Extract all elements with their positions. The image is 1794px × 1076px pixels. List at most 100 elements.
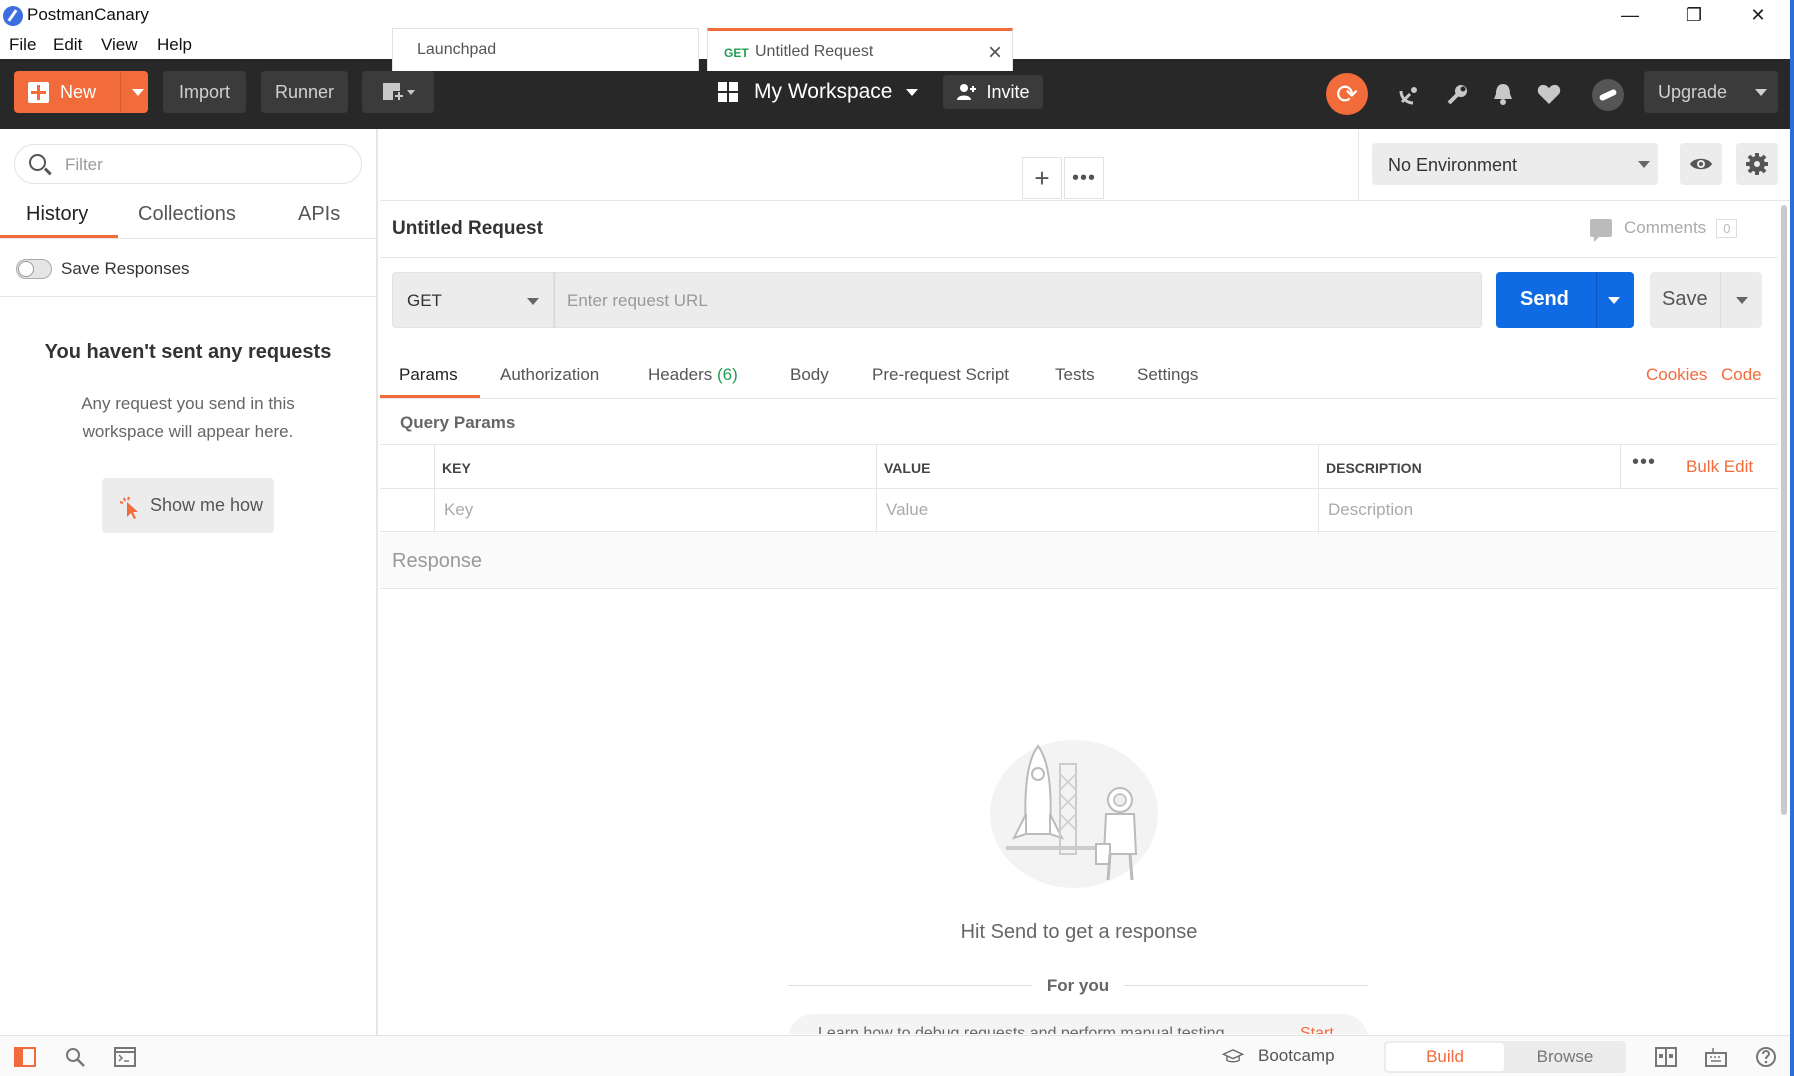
tab-launchpad[interactable]: Launchpad — [392, 28, 699, 71]
sidebar-tab-history[interactable]: History — [26, 203, 88, 226]
keyboard-shortcuts-icon[interactable] — [1705, 1046, 1727, 1068]
for-you-line-left — [788, 985, 1032, 986]
save-responses-toggle[interactable] — [16, 259, 52, 279]
url-input[interactable] — [567, 288, 1447, 314]
restore-button[interactable]: ❐ — [1672, 0, 1716, 30]
environment-quick-look-button[interactable] — [1680, 143, 1722, 185]
tab-params[interactable]: Params — [399, 365, 458, 385]
wrench-icon[interactable] — [1445, 81, 1471, 107]
menu-view[interactable]: View — [101, 35, 138, 55]
tab-untitled-request[interactable]: GET Untitled Request × — [707, 28, 1013, 71]
build-mode-button[interactable]: Build — [1386, 1043, 1504, 1071]
environment-selector[interactable]: No Environment — [1372, 143, 1658, 185]
postman-logo-icon — [3, 6, 23, 26]
heart-icon[interactable] — [1536, 81, 1562, 107]
bulk-edit-link[interactable]: Bulk Edit — [1686, 457, 1753, 477]
workspace-caret-icon — [906, 88, 919, 96]
url-field[interactable] — [554, 272, 1482, 328]
graduation-cap-icon — [1222, 1049, 1244, 1063]
manage-environments-button[interactable] — [1736, 143, 1778, 185]
new-dropdown-caret-icon[interactable] — [132, 89, 144, 96]
toggle-sidebar-icon[interactable] — [14, 1046, 36, 1068]
tab-tests[interactable]: Tests — [1055, 365, 1095, 385]
console-icon[interactable] — [114, 1046, 136, 1068]
tab-settings[interactable]: Settings — [1137, 365, 1198, 385]
close-window-button[interactable]: ✕ — [1736, 0, 1780, 30]
save-responses-label: Save Responses — [61, 259, 190, 278]
promo-start-link[interactable]: Start — [1300, 1025, 1334, 1034]
comments-label: Comments — [1624, 218, 1707, 237]
user-avatar[interactable] — [1592, 79, 1624, 111]
environment-label: No Environment — [1388, 155, 1518, 175]
divider — [380, 398, 1778, 399]
tab-headers[interactable]: Headers (6) — [648, 365, 738, 385]
tab-pre-request-script[interactable]: Pre-request Script — [872, 365, 1009, 385]
show-me-how-button[interactable]: Show me how — [102, 478, 274, 533]
comment-icon — [1590, 219, 1612, 242]
bootcamp-button[interactable]: Bootcamp — [1222, 1046, 1335, 1066]
upgrade-button[interactable]: Upgrade — [1644, 71, 1778, 113]
upgrade-caret-icon — [1755, 89, 1767, 96]
code-link[interactable]: Code — [1721, 365, 1762, 385]
save-label: Save — [1662, 288, 1708, 310]
add-tab-button[interactable]: + — [1022, 157, 1062, 199]
tab-body[interactable]: Body — [790, 365, 829, 385]
two-pane-view-icon[interactable] — [1655, 1046, 1677, 1068]
send-button[interactable]: Send — [1496, 272, 1634, 328]
tab-method-badge: GET — [724, 46, 749, 60]
table-more-icon[interactable]: ••• — [1632, 451, 1656, 474]
method-select[interactable]: GET — [392, 272, 554, 328]
sidebar-tab-collections[interactable]: Collections — [138, 203, 236, 226]
sidebar-tab-apis[interactable]: APIs — [298, 203, 340, 226]
scrollbar-thumb[interactable] — [1781, 205, 1787, 815]
satellite-icon[interactable] — [1397, 81, 1423, 107]
comments-button[interactable]: Comments 0 — [1590, 218, 1738, 242]
table-column-divider — [434, 445, 435, 533]
value-input[interactable]: Value — [886, 500, 928, 520]
menu-file[interactable]: File — [9, 35, 36, 55]
invite-button[interactable]: Invite — [943, 75, 1043, 109]
tab-authorization[interactable]: Authorization — [500, 365, 599, 385]
runner-button[interactable]: Runner — [261, 71, 348, 113]
tab-launchpad-label: Launchpad — [417, 41, 497, 58]
response-hint: Hit Send to get a response — [960, 921, 1198, 943]
query-params-table: KEY VALUE DESCRIPTION ••• Bulk Edit Key … — [380, 444, 1778, 533]
menu-edit[interactable]: Edit — [53, 35, 82, 55]
method-caret-icon — [527, 298, 539, 305]
request-name[interactable]: Untitled Request — [392, 218, 543, 240]
sidebar-divider — [0, 296, 376, 297]
method-label: GET — [407, 291, 442, 310]
tab-close-icon[interactable]: × — [988, 39, 1002, 67]
find-replace-icon[interactable] — [64, 1046, 86, 1068]
save-divider — [1720, 272, 1721, 328]
bell-icon[interactable] — [1490, 81, 1516, 107]
menu-help[interactable]: Help — [157, 35, 192, 55]
response-label: Response — [392, 550, 483, 572]
workspace-grid-icon — [718, 82, 738, 102]
save-dropdown-caret-icon[interactable] — [1736, 297, 1748, 304]
environment-caret-icon — [1638, 161, 1650, 168]
divider — [380, 257, 1778, 258]
workspace-selector[interactable]: My Workspace — [718, 71, 919, 113]
send-dropdown-caret-icon[interactable] — [1608, 297, 1620, 304]
new-window-button[interactable] — [362, 71, 434, 113]
promo-card[interactable]: Learn how to debug requests and perform … — [788, 1014, 1368, 1034]
window-title-bar: PostmanCanary — ❐ ✕ — [0, 0, 1794, 30]
sync-icon[interactable]: ⟳ — [1326, 73, 1368, 115]
for-you-label: For you — [1046, 976, 1110, 995]
tab-more-button[interactable]: ••• — [1064, 157, 1104, 199]
workspace-label: My Workspace — [754, 80, 893, 103]
browse-mode-button[interactable]: Browse — [1506, 1043, 1624, 1071]
minimize-button[interactable]: — — [1608, 0, 1652, 30]
filter-input[interactable] — [65, 153, 345, 177]
import-button[interactable]: Import — [163, 71, 246, 113]
new-button[interactable]: New — [14, 71, 148, 113]
description-input[interactable]: Description — [1328, 500, 1413, 520]
column-header-key: KEY — [442, 460, 471, 476]
help-icon[interactable] — [1755, 1046, 1777, 1068]
save-button[interactable]: Save — [1650, 272, 1762, 328]
key-input[interactable]: Key — [444, 500, 473, 520]
gear-icon — [1746, 153, 1768, 175]
cookies-link[interactable]: Cookies — [1646, 365, 1707, 385]
filter-field[interactable] — [14, 144, 362, 184]
